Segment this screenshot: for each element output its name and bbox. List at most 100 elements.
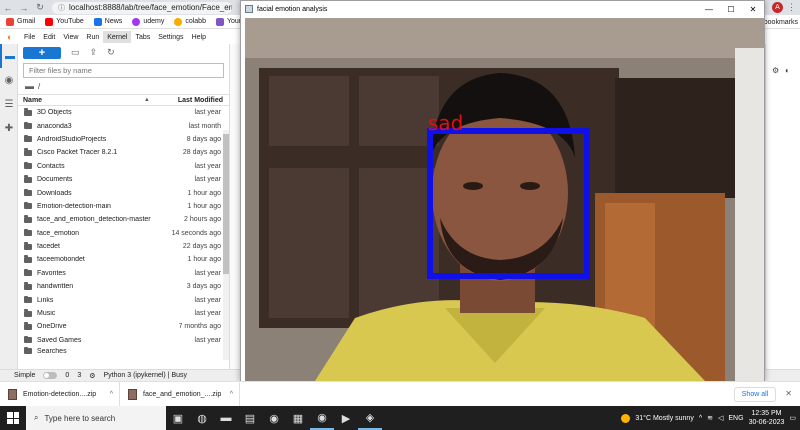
simple-mode-toggle[interactable] <box>43 372 58 379</box>
list-item[interactable]: Emotion-detection-main 1 hour ago <box>18 200 229 213</box>
download-item[interactable]: Emotion-detection....zip ^ <box>0 381 120 407</box>
list-item[interactable]: handwritten 3 days ago <box>18 280 229 293</box>
avatar[interactable]: A <box>772 2 783 13</box>
home-folder-icon[interactable]: ▬ <box>25 81 34 91</box>
language-indicator[interactable]: ENG <box>728 415 743 422</box>
list-item[interactable]: Music last year <box>18 307 229 320</box>
show-all-button[interactable]: Show all <box>734 387 776 402</box>
breadcrumb-root[interactable]: / <box>38 82 40 91</box>
menu-file[interactable]: File <box>20 31 39 43</box>
terminal-icon[interactable]: ▶ <box>334 406 358 430</box>
sun-icon <box>621 413 631 423</box>
reload-icon[interactable]: ↻ <box>32 0 48 15</box>
list-item[interactable]: facedet 22 days ago <box>18 240 229 253</box>
bookmark-colab[interactable]: colabb <box>174 17 206 26</box>
minimize-icon[interactable]: — <box>698 1 720 17</box>
list-item[interactable]: 3D Objects last year <box>18 106 229 119</box>
terminal-count[interactable]: 0 <box>65 372 69 379</box>
refresh-icon[interactable]: ↻ <box>107 47 115 58</box>
download-name: face_and_emotion_....zip <box>143 390 222 398</box>
running-icon[interactable]: ◉ <box>0 68 18 92</box>
all-bookmarks[interactable]: bookmarks <box>764 15 798 29</box>
column-name[interactable]: Name <box>23 97 144 104</box>
sort-asc-icon: ▲ <box>143 97 150 103</box>
folder-icon <box>24 148 32 156</box>
column-last-modified[interactable]: Last Modified <box>178 97 223 104</box>
list-item[interactable]: Searches <box>18 347 229 355</box>
chrome-profile-icon[interactable]: ◉ <box>310 406 334 430</box>
new-launcher-button[interactable]: + <box>23 46 61 59</box>
emotion-window[interactable]: facial emotion analysis — ☐ ✕ sad <box>240 0 765 382</box>
debugger-icon[interactable]: ◐ <box>785 66 790 75</box>
window-light <box>735 48 764 381</box>
breadcrumb: ▬ / <box>18 78 229 94</box>
window-titlebar[interactable]: facial emotion analysis <box>241 1 764 17</box>
chrome-icon[interactable]: ◉ <box>262 406 286 430</box>
list-item[interactable]: Cisco Packet Tracer 8.2.1 28 days ago <box>18 146 229 159</box>
wifi-icon[interactable]: ≋ <box>707 414 713 422</box>
toc-icon[interactable]: ☰ <box>0 92 18 116</box>
bookmark-gmail[interactable]: Gmail <box>6 17 35 26</box>
settings-icon[interactable]: ⚙ <box>89 372 95 380</box>
list-item[interactable]: Favorites last year <box>18 267 229 280</box>
list-item[interactable]: anaconda3 last month <box>18 119 229 132</box>
chevron-up-icon[interactable]: ^ <box>110 391 113 398</box>
right-eye <box>520 182 540 190</box>
edge-icon[interactable]: ◍ <box>190 406 214 430</box>
chevron-up-icon[interactable]: ^ <box>230 391 233 398</box>
upload-icon[interactable]: ⇪ <box>90 47 98 58</box>
list-item[interactable]: face_emotion 14 seconds ago <box>18 227 229 240</box>
list-item[interactable]: OneDrive 7 months ago <box>18 320 229 333</box>
file-explorer-icon[interactable]: ▬ <box>214 406 238 430</box>
forward-icon[interactable]: → <box>16 0 32 15</box>
news-icon <box>93 17 102 26</box>
list-item[interactable]: Documents last year <box>18 173 229 186</box>
maximize-icon[interactable]: ☐ <box>720 1 742 17</box>
bookmark-youtube[interactable]: YouTube <box>45 17 84 26</box>
kernel-status[interactable]: Python 3 (ipykernel) | Busy <box>104 372 188 379</box>
clock[interactable]: 12:35 PM 30-06-2023 <box>749 409 785 427</box>
left-eye <box>463 182 483 190</box>
menu-settings[interactable]: Settings <box>154 31 187 43</box>
kernel-count[interactable]: 3 <box>77 372 81 379</box>
close-icon[interactable]: ✕ <box>742 1 764 17</box>
file-filter-input[interactable]: Filter files by name <box>23 63 224 78</box>
list-item[interactable]: faceemotiondet 1 hour ago <box>18 253 229 266</box>
bookmark-udemy[interactable]: udemy <box>132 17 164 26</box>
more-menu-icon[interactable]: ⋮ <box>787 2 796 13</box>
list-item[interactable]: face_and_emotion_detection-master 2 hours… <box>18 213 229 226</box>
app-icon[interactable]: ▦ <box>286 406 310 430</box>
search-icon: ⌕ <box>34 413 39 422</box>
list-item[interactable]: Links last year <box>18 293 229 306</box>
start-button[interactable] <box>0 406 26 430</box>
menu-help[interactable]: Help <box>188 31 210 43</box>
scrollbar-thumb[interactable] <box>223 134 229 274</box>
menu-run[interactable]: Run <box>82 31 103 43</box>
close-icon[interactable]: ✕ <box>785 389 792 398</box>
address-bar[interactable]: ⓘ localhost:8888/lab/tree/face_emotion/F… <box>52 1 232 14</box>
store-icon[interactable]: ▤ <box>238 406 262 430</box>
download-item[interactable]: face_and_emotion_....zip ^ <box>120 381 240 407</box>
property-inspector-icon[interactable]: ⚙ <box>772 66 779 75</box>
menu-view[interactable]: View <box>59 31 82 43</box>
list-item[interactable]: Downloads 1 hour ago <box>18 186 229 199</box>
weather-text[interactable]: 31°C Mostly sunny <box>635 415 693 422</box>
menu-kernel[interactable]: Kernel <box>103 31 132 43</box>
task-view-icon[interactable]: ▣ <box>166 406 190 430</box>
extension-icon[interactable]: ✚ <box>0 116 18 140</box>
back-icon[interactable]: ← <box>0 0 16 15</box>
notifications-icon[interactable]: ▭ <box>789 414 796 422</box>
list-item[interactable]: Contacts last year <box>18 160 229 173</box>
menu-tabs[interactable]: Tabs <box>131 31 154 43</box>
taskbar-search[interactable]: ⌕ Type here to search <box>26 406 166 430</box>
bookmark-news[interactable]: News <box>93 17 122 26</box>
list-item[interactable]: AndroidStudioProjects 8 days ago <box>18 133 229 146</box>
system-tray: 31°C Mostly sunny ^ ≋ ◁ ENG 12:35 PM 30-… <box>621 406 800 430</box>
folder-icon[interactable]: ▬ <box>0 44 18 68</box>
volume-icon[interactable]: ◁ <box>718 414 723 422</box>
chevron-up-icon[interactable]: ^ <box>699 415 702 422</box>
new-folder-icon[interactable]: ▭ <box>71 47 80 58</box>
menu-edit[interactable]: Edit <box>39 31 59 43</box>
python-icon[interactable]: ◈ <box>358 406 382 430</box>
list-item[interactable]: Saved Games last year <box>18 334 229 347</box>
